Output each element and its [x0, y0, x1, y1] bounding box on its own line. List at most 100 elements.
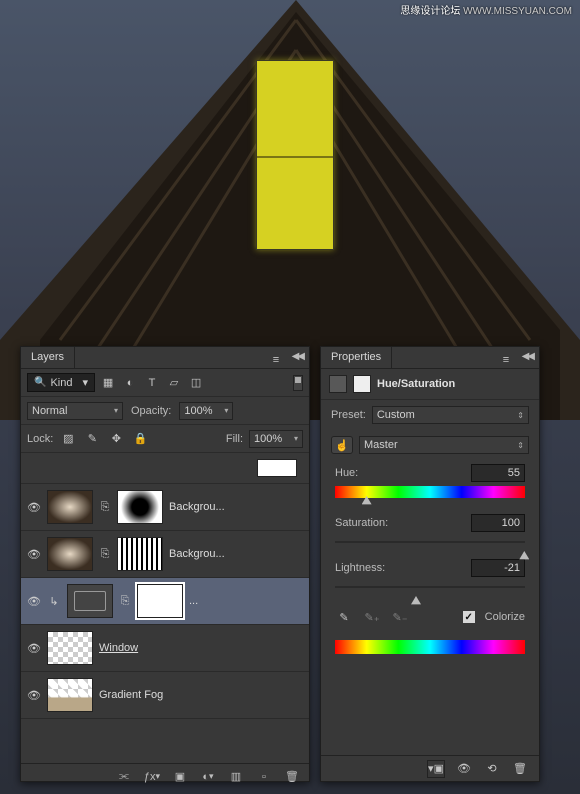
- layers-panel: Layers ◀◀ ≡ 🔍 Kind ▾ ▦ ◐ T ▱ ◫ Normal ▾ …: [20, 346, 310, 782]
- hue-value-field[interactable]: [471, 464, 525, 482]
- visibility-eye-icon[interactable]: 👁: [27, 595, 41, 608]
- clip-arrow-icon: ↳: [47, 595, 61, 608]
- fill-value: 100%: [254, 433, 282, 445]
- layer-name[interactable]: ...: [189, 595, 303, 607]
- filter-shape-icon[interactable]: ▱: [165, 374, 183, 392]
- lock-transparent-icon[interactable]: ▨: [59, 430, 77, 448]
- trash-icon[interactable]: 🗑: [283, 768, 301, 786]
- fill-label: Fill:: [226, 433, 243, 445]
- view-previous-icon[interactable]: 👁: [455, 760, 473, 778]
- lightness-label: Lightness:: [335, 562, 385, 574]
- layer-stub-row[interactable]: [21, 453, 309, 484]
- filter-adjustment-icon[interactable]: ◐: [121, 374, 139, 392]
- link-layers-icon[interactable]: ⫘: [115, 768, 133, 786]
- new-layer-icon[interactable]: ▫: [255, 768, 273, 786]
- tab-layers[interactable]: Layers: [21, 347, 75, 368]
- lightness-slider[interactable]: [335, 586, 525, 588]
- eyedropper-add-icon[interactable]: ✎₊: [363, 608, 381, 626]
- layer-row-selected[interactable]: 👁 ↳ ⎘ ...: [21, 578, 309, 625]
- filter-pixel-icon[interactable]: ▦: [99, 374, 117, 392]
- layer-row[interactable]: 👁 ⎘ Backgrou...: [21, 484, 309, 531]
- layer-thumb[interactable]: [47, 537, 93, 571]
- visibility-eye-icon[interactable]: 👁: [27, 689, 41, 702]
- properties-panel: Properties ◀◀ ≡ Hue/Saturation Preset: C…: [320, 346, 540, 782]
- preset-select[interactable]: Custom ⇕: [372, 406, 529, 424]
- lock-position-icon[interactable]: ✥: [107, 430, 125, 448]
- chevron-down-icon: ▾: [82, 376, 88, 389]
- eyedropper-subtract-icon[interactable]: ✎₋: [391, 608, 409, 626]
- layer-thumb[interactable]: [47, 490, 93, 524]
- lock-brush-icon[interactable]: ✎: [83, 430, 101, 448]
- chevron-down-icon: ▾: [294, 434, 298, 443]
- filter-kind-select[interactable]: 🔍 Kind ▾: [27, 373, 95, 392]
- properties-footer: ▾▣ 👁 ⟲ 🗑: [321, 755, 539, 781]
- layer-name[interactable]: Window: [99, 642, 303, 654]
- hue-slider[interactable]: [335, 486, 525, 498]
- panel-menu-icon[interactable]: ≡: [267, 351, 285, 369]
- visibility-eye-icon[interactable]: 👁: [27, 501, 41, 514]
- layer-link-icon: ⎘: [99, 501, 111, 514]
- visibility-eye-icon[interactable]: 👁: [27, 642, 41, 655]
- preset-value: Custom: [377, 409, 415, 421]
- chevron-updown-icon: ⇕: [517, 441, 524, 450]
- opacity-field[interactable]: 100% ▾: [179, 402, 233, 420]
- layer-thumb[interactable]: [47, 678, 93, 712]
- trash-icon[interactable]: 🗑: [511, 760, 529, 778]
- layer-name[interactable]: Backgrou...: [169, 501, 303, 513]
- tab-properties[interactable]: Properties: [321, 347, 392, 368]
- visibility-eye-icon[interactable]: 👁: [27, 548, 41, 561]
- colorize-label[interactable]: Colorize: [485, 611, 525, 623]
- layer-adjustment-thumb[interactable]: [67, 584, 113, 618]
- layer-row[interactable]: 👁 Window: [21, 625, 309, 672]
- fx-icon[interactable]: ƒx▾: [143, 768, 161, 786]
- filter-toggle-switch[interactable]: [293, 375, 303, 391]
- reset-icon[interactable]: ⟲: [483, 760, 501, 778]
- layer-name[interactable]: Gradient Fog: [99, 689, 303, 701]
- layer-mask-thumb[interactable]: [137, 584, 183, 618]
- mask-icon[interactable]: [353, 375, 371, 393]
- layer-link-icon: ⎘: [119, 595, 131, 608]
- layer-name[interactable]: Backgrou...: [169, 548, 303, 560]
- layer-mask-thumb[interactable]: [117, 537, 163, 571]
- blend-mode-select[interactable]: Normal ▾: [27, 402, 123, 420]
- colorize-checkbox[interactable]: ✓: [463, 611, 475, 623]
- filter-smart-icon[interactable]: ◫: [187, 374, 205, 392]
- chevron-down-icon: ▾: [224, 406, 228, 415]
- fill-field[interactable]: 100% ▾: [249, 430, 303, 448]
- eyedropper-icon[interactable]: ✎: [335, 608, 353, 626]
- layer-row[interactable]: 👁 ⎘ Backgrou...: [21, 531, 309, 578]
- panel-menu-icon[interactable]: ≡: [497, 351, 515, 369]
- panel-collapse-arrows[interactable]: ◀◀: [292, 351, 303, 362]
- slider-thumb[interactable]: [362, 496, 372, 508]
- targeted-adjust-icon[interactable]: ☝: [331, 436, 353, 454]
- lock-label: Lock:: [27, 433, 53, 445]
- lightness-value-field[interactable]: [471, 559, 525, 577]
- layer-row[interactable]: 👁 Gradient Fog: [21, 672, 309, 719]
- chevron-down-icon: ▾: [114, 406, 118, 415]
- layer-mask-thumb: [257, 459, 297, 477]
- layer-thumb[interactable]: [47, 631, 93, 665]
- properties-title: Hue/Saturation: [377, 378, 455, 390]
- opacity-label: Opacity:: [131, 405, 171, 417]
- clip-to-layer-icon[interactable]: ▾▣: [427, 760, 445, 778]
- preset-row: Preset: Custom ⇕: [321, 400, 539, 430]
- properties-header: Hue/Saturation: [321, 369, 539, 400]
- watermark-cn: 思缘设计论坛: [400, 6, 460, 17]
- blend-mode-value: Normal: [32, 405, 67, 417]
- layers-footer: ⫘ ƒx▾ ▣ ◐▾ ▥ ▫ 🗑: [21, 763, 309, 789]
- panel-collapse-arrows[interactable]: ◀◀: [522, 351, 533, 362]
- saturation-slider[interactable]: [335, 541, 525, 543]
- panel-tab-row: Layers ◀◀ ≡: [21, 347, 309, 369]
- hue-slider-group: Hue:: [321, 460, 539, 510]
- adjustment-icon[interactable]: [329, 375, 347, 393]
- filter-text-icon[interactable]: T: [143, 374, 161, 392]
- eyedropper-row: ✎ ✎₊ ✎₋ ✓ Colorize: [321, 600, 539, 632]
- saturation-value-field[interactable]: [471, 514, 525, 532]
- layer-mask-thumb[interactable]: [117, 490, 163, 524]
- layer-filter-row: 🔍 Kind ▾ ▦ ◐ T ▱ ◫: [21, 369, 309, 397]
- group-icon[interactable]: ▥: [227, 768, 245, 786]
- lock-all-icon[interactable]: 🔒: [131, 430, 149, 448]
- adjustment-layer-icon[interactable]: ◐▾: [199, 768, 217, 786]
- layer-mask-icon[interactable]: ▣: [171, 768, 189, 786]
- channel-select[interactable]: Master ⇕: [359, 436, 529, 454]
